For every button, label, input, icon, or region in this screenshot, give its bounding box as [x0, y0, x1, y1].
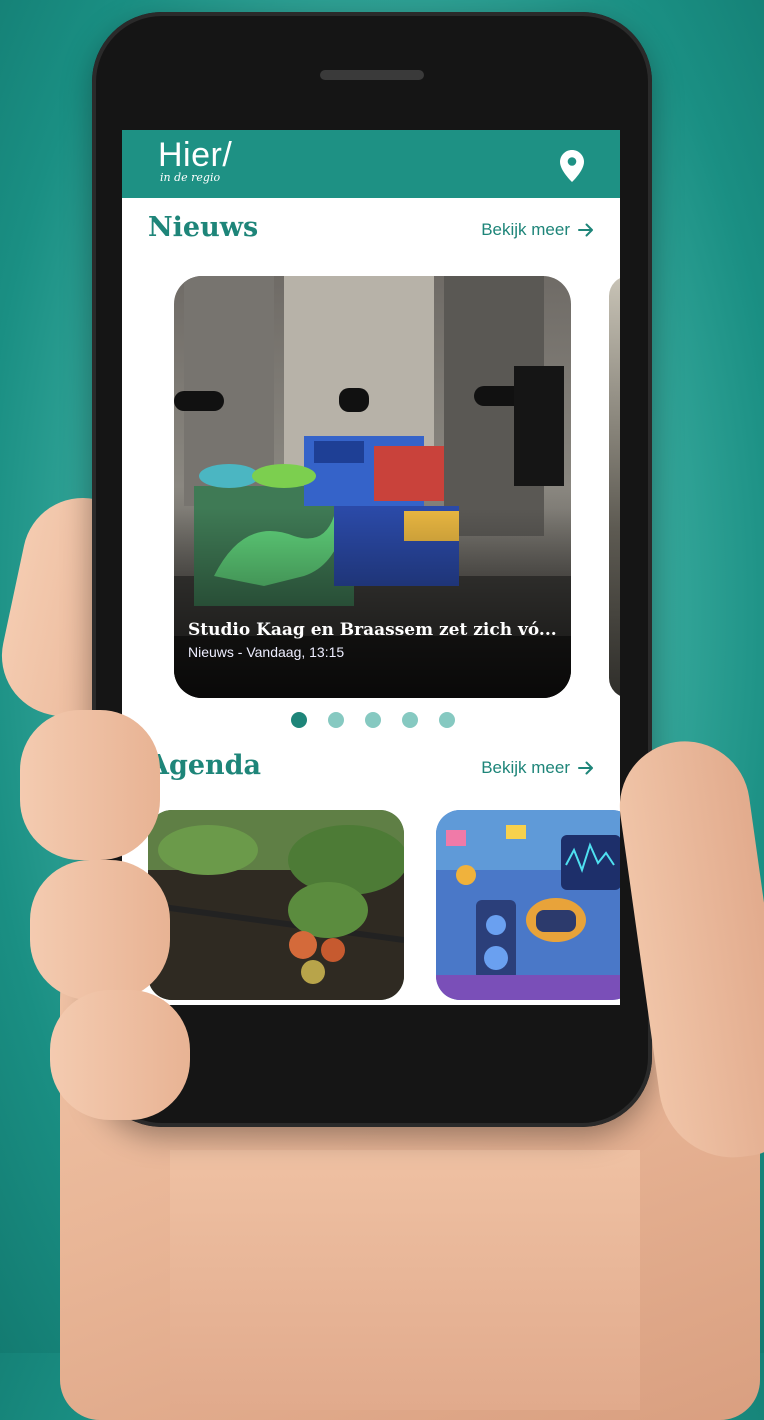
- news-card-next-peek[interactable]: [609, 276, 620, 698]
- hand-finger: [50, 990, 190, 1120]
- agenda-card-image: [436, 810, 620, 1000]
- hand-finger: [20, 710, 160, 860]
- app-screen: Hier/ in de regio Nieuws Bekijk meer Stu…: [122, 130, 620, 1005]
- pagination-dot[interactable]: [328, 712, 344, 728]
- pagination-dot[interactable]: [365, 712, 381, 728]
- arrow-right-icon: [578, 223, 593, 237]
- app-logo[interactable]: Hier/ in de regio: [158, 138, 232, 184]
- agenda-card[interactable]: [148, 810, 404, 1000]
- news-section-title: Nieuws: [148, 212, 259, 243]
- agenda-carousel[interactable]: [122, 802, 620, 1000]
- app-header: Hier/ in de regio: [122, 130, 620, 198]
- agenda-card-image: [148, 810, 404, 1000]
- agenda-card[interactable]: [436, 810, 620, 1000]
- pagination-dot-active[interactable]: [291, 712, 307, 728]
- news-see-more-label: Bekijk meer: [481, 220, 570, 239]
- news-card[interactable]: Studio Kaag en Braassem zet zich vó... N…: [174, 276, 571, 698]
- phone-speaker: [320, 70, 424, 80]
- agenda-see-more-link[interactable]: Bekijk meer: [481, 758, 594, 778]
- location-pin-icon[interactable]: [560, 150, 584, 182]
- news-card-meta: Nieuws - Vandaag, 13:15: [188, 644, 345, 660]
- news-section-header: Nieuws Bekijk meer: [122, 198, 620, 264]
- pagination-dot[interactable]: [402, 712, 418, 728]
- news-see-more-link[interactable]: Bekijk meer: [481, 220, 594, 240]
- logo-main-text: Hier/: [158, 136, 233, 174]
- hand-finger: [30, 860, 170, 1000]
- agenda-section-title: Agenda: [148, 750, 262, 781]
- news-pagination: [122, 704, 620, 736]
- agenda-section-header: Agenda Bekijk meer: [122, 736, 620, 802]
- news-card-title: Studio Kaag en Braassem zet zich vó...: [188, 620, 557, 640]
- arrow-right-icon: [578, 761, 593, 775]
- hand-wrist: [170, 1150, 640, 1410]
- news-carousel[interactable]: Studio Kaag en Braassem zet zich vó... N…: [122, 264, 620, 704]
- agenda-see-more-label: Bekijk meer: [481, 758, 570, 777]
- pagination-dot[interactable]: [439, 712, 455, 728]
- news-card-caption: Studio Kaag en Braassem zet zich vó... N…: [188, 620, 561, 660]
